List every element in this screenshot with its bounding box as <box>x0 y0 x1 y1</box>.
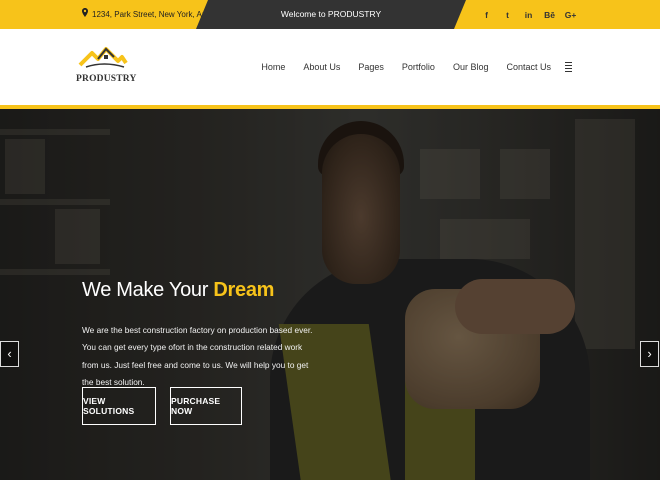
behance-icon[interactable]: Bē <box>539 10 560 20</box>
twitter-icon[interactable]: t <box>497 10 518 20</box>
nav-about-us[interactable]: About Us <box>303 62 340 72</box>
nav-contact-us[interactable]: Contact Us <box>506 62 551 72</box>
nav-home[interactable]: Home <box>261 62 285 72</box>
logo-text: PRODUSTRY <box>76 74 137 84</box>
slider-prev-arrow-icon[interactable]: ‹ <box>0 341 19 367</box>
nav-our-blog[interactable]: Our Blog <box>453 62 489 72</box>
map-marker-icon <box>82 0 88 29</box>
menu-icon[interactable] <box>565 61 572 73</box>
hero-title: We Make Your Dream <box>82 279 274 302</box>
logo[interactable]: PRODUSTRY <box>76 41 136 87</box>
purchase-now-button[interactable]: PURCHASE NOW <box>170 387 242 425</box>
facebook-icon[interactable]: f <box>476 10 497 20</box>
hero-slider: We Make Your Dream We are the best const… <box>0 109 660 480</box>
welcome-text: Welcome to PRODUSTRY <box>280 9 382 19</box>
nav-portfolio[interactable]: Portfolio <box>402 62 435 72</box>
top-bar: 1234, Park Street, New York, America Wel… <box>0 0 660 29</box>
social-links: f t in Bē G+ <box>476 0 581 29</box>
hero-title-accent: Dream <box>213 279 275 301</box>
linkedin-icon[interactable]: in <box>518 10 539 20</box>
google-plus-icon[interactable]: G+ <box>560 10 581 20</box>
slider-next-arrow-icon[interactable]: › <box>640 341 659 367</box>
nav-pages[interactable]: Pages <box>358 62 384 72</box>
hero-description: We are the best construction factory on … <box>82 325 313 387</box>
hero-title-main: We Make Your <box>82 279 214 301</box>
view-solutions-button[interactable]: VIEW SOLUTIONS <box>82 387 156 425</box>
logo-house-icon <box>78 47 128 68</box>
site-header: PRODUSTRY Home About Us Pages Portfolio … <box>0 29 660 105</box>
main-nav: Home About Us Pages Portfolio Our Blog C… <box>243 29 572 105</box>
